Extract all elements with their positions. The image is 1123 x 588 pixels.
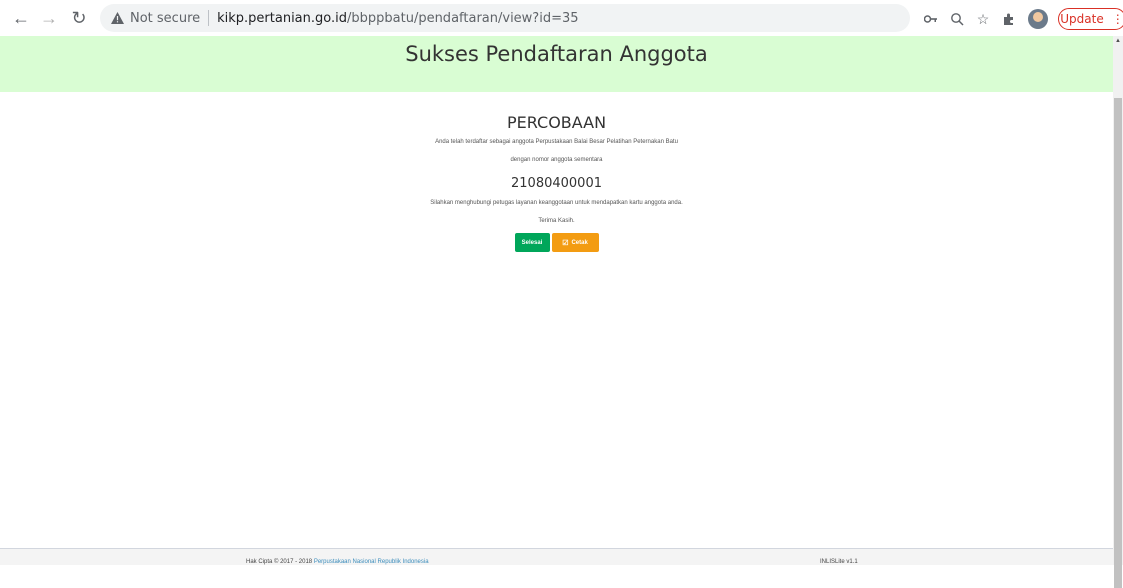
address-separator <box>208 10 210 26</box>
scrollbar[interactable]: ▲ <box>1113 36 1123 588</box>
forward-icon[interactable]: → <box>36 5 62 31</box>
url-path[interactable]: /bbppbatu/pendaftaran/view?id=35 <box>347 11 579 26</box>
done-button[interactable]: Selesai <box>514 233 550 252</box>
registration-result: PERCOBAAN Anda telah terdaftar sebagai a… <box>0 92 1113 252</box>
footer-link[interactable]: Perpustakaan Nasional Republik Indonesia <box>314 559 429 565</box>
scroll-up-icon[interactable]: ▲ <box>1113 36 1123 46</box>
instruction-message: Silahkan menghubungi petugas layanan kea… <box>430 200 683 206</box>
url-host[interactable]: kikp.pertanian.go.id <box>217 11 347 26</box>
key-icon[interactable] <box>918 9 944 29</box>
zoom-icon[interactable] <box>944 9 970 29</box>
extensions-icon[interactable] <box>996 9 1022 29</box>
registration-message: Anda telah terdaftar sebagai anggota Per… <box>435 139 678 145</box>
member-number-caption: dengan nomor anggota sementara <box>510 157 603 163</box>
done-button-label: Selesai <box>521 239 543 246</box>
print-button[interactable]: ☑ Cetak <box>551 233 599 252</box>
menu-icon[interactable]: ⋮ <box>1112 12 1123 26</box>
member-name: PERCOBAAN <box>506 113 607 132</box>
browser-toolbar: ← → ↻ Not secure kikp.pertanian.go.id/bb… <box>0 0 1123 36</box>
action-buttons: Selesai ☑ Cetak <box>0 233 1113 252</box>
update-label: Update <box>1060 12 1104 26</box>
reload-icon[interactable]: ↻ <box>66 5 92 31</box>
copyright-text: Hak Cipta © 2017 - 2018 <box>246 559 313 565</box>
page-footer: Hak Cipta © 2017 - 2018 Perpustakaan Nas… <box>0 548 1113 565</box>
success-banner: Sukses Pendaftaran Anggota <box>0 36 1113 92</box>
scrollbar-thumb[interactable] <box>1114 98 1122 588</box>
print-button-label: Cetak <box>571 239 588 246</box>
star-icon[interactable]: ☆ <box>970 9 996 29</box>
footer-version: INLISLite v1.1 <box>820 559 858 565</box>
member-number: 21080400001 <box>511 176 602 191</box>
footer-copyright: Hak Cipta © 2017 - 2018 Perpustakaan Nas… <box>246 559 429 565</box>
avatar[interactable] <box>1028 9 1048 29</box>
update-button[interactable]: Update ⋮ <box>1058 8 1123 30</box>
not-secure-label[interactable]: Not secure <box>130 11 200 26</box>
back-icon[interactable]: ← <box>8 5 34 31</box>
check-square-icon: ☑ <box>562 239 569 247</box>
toolbar-actions: ☆ Update ⋮ <box>918 8 1123 30</box>
address-bar[interactable]: Not secure kikp.pertanian.go.id/bbppbatu… <box>100 4 910 32</box>
warning-icon[interactable] <box>110 11 124 25</box>
thanks-message: Terima Kasih. <box>538 218 575 224</box>
page-title: Sukses Pendaftaran Anggota <box>405 42 708 66</box>
